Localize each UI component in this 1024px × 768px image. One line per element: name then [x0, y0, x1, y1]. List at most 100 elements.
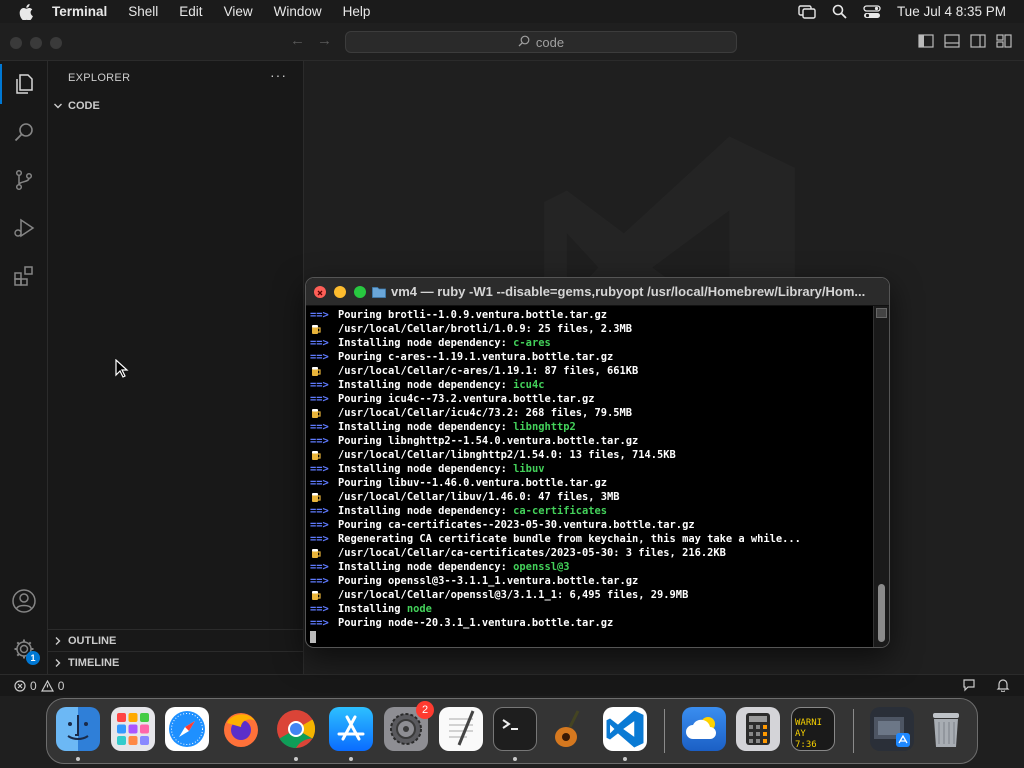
files-icon[interactable] — [0, 64, 48, 104]
problems-indicator[interactable]: 0 0 — [14, 679, 64, 693]
terminal-line: ==> Pouring node--20.3.1_1.ventura.bottle… — [310, 616, 875, 630]
notifications-bell-icon[interactable] — [996, 678, 1010, 695]
beer-mug-icon — [310, 490, 338, 504]
chrome-icon[interactable] — [274, 707, 318, 751]
beer-mug-icon — [310, 406, 338, 420]
window-minimize-button[interactable] — [30, 37, 42, 49]
terminal-line: /usr/local/Cellar/libuv/1.46.0: 47 files… — [310, 490, 875, 504]
terminal-line-text: /usr/local/Cellar/libnghttp2/1.54.0: 13 … — [338, 449, 676, 461]
feedback-icon[interactable] — [962, 678, 976, 695]
textedit-icon[interactable] — [439, 707, 483, 751]
arrow-prefix: ==> — [310, 379, 329, 391]
terminal-package-name: c-ares — [513, 337, 551, 349]
customize-layout-icon[interactable] — [996, 34, 1012, 53]
terminal-line-text: /usr/local/Cellar/c-ares/1.19.1: 87 file… — [338, 365, 639, 377]
window-zoom-button[interactable] — [50, 37, 62, 49]
garageband-icon[interactable] — [548, 707, 592, 751]
window-close-button[interactable] — [10, 37, 22, 49]
terminal-line-text: Installing — [338, 603, 407, 615]
explorer-sidebar: EXPLORER ··· CODE OUTLINE TIMELINE — [48, 61, 304, 674]
terminal-line-text: /usr/local/Cellar/libuv/1.46.0: 47 files… — [338, 491, 620, 503]
terminal-minimize-button[interactable] — [334, 286, 346, 298]
menu-app-name[interactable]: Terminal — [52, 4, 107, 19]
toggle-panel-icon[interactable] — [944, 34, 960, 53]
menu-help[interactable]: Help — [343, 4, 371, 19]
system-settings-icon[interactable]: 2 — [384, 701, 434, 751]
downloads-stack-icon[interactable] — [870, 707, 914, 751]
terminal-line: ==> Pouring c-ares--1.19.1.ventura.bottle… — [310, 350, 875, 364]
safari-icon[interactable] — [165, 707, 209, 751]
more-actions-icon[interactable]: ··· — [270, 67, 287, 83]
console-line-2: AY 7:36 — [795, 729, 817, 750]
terminal-line-text: Installing node dependency: — [338, 505, 514, 517]
launchpad-icon[interactable] — [111, 707, 155, 751]
spotlight-search-icon[interactable] — [832, 4, 847, 19]
menu-shell[interactable]: Shell — [128, 4, 158, 19]
trash-icon[interactable] — [924, 707, 968, 751]
settings-notification-badge: 2 — [416, 701, 434, 719]
settings-gear-icon[interactable] — [0, 629, 48, 669]
terminal-line-text: Pouring libnghttp2--1.54.0.ventura.bottl… — [338, 435, 639, 447]
terminal-titlebar[interactable]: vm4 — ruby -W1 --disable=gems,rubyopt /u… — [306, 278, 889, 306]
menu-window[interactable]: Window — [274, 4, 322, 19]
terminal-line-text: Pouring libuv--1.46.0.ventura.bottle.tar… — [338, 477, 607, 489]
arrow-prefix: ==> — [310, 575, 329, 587]
terminal-scrollbar[interactable] — [873, 306, 889, 647]
terminal-app-icon[interactable] — [493, 707, 537, 751]
firefox-icon[interactable] — [219, 707, 263, 751]
terminal-package-name: openssl@3 — [513, 561, 570, 573]
vscode-app-icon[interactable] — [603, 707, 647, 751]
terminal-output[interactable]: ==> Pouring brotli--1.0.9.ventura.bottle.… — [310, 308, 875, 646]
terminal-line-text: Pouring node--20.3.1_1.ventura.bottle.ta… — [338, 617, 614, 629]
outline-section[interactable]: OUTLINE — [48, 629, 304, 651]
folder-section-code[interactable]: CODE — [48, 95, 304, 117]
terminal-close-button[interactable] — [314, 286, 326, 298]
chevron-down-icon — [48, 101, 68, 111]
warning-icon — [40, 679, 54, 692]
arrow-prefix: ==> — [310, 393, 329, 405]
terminal-line: ==> Pouring openssl@3--3.1.1_1.ventura.bo… — [310, 574, 875, 588]
console-app-icon[interactable]: WARNI AY 7:36 — [791, 707, 835, 751]
toggle-primary-sidebar-icon[interactable] — [918, 34, 934, 53]
terminal-line: /usr/local/Cellar/ca-certificates/2023-0… — [310, 546, 875, 560]
nav-back-icon[interactable]: ← — [290, 32, 305, 49]
scrollbar-thumb[interactable] — [878, 584, 885, 642]
app-store-icon[interactable] — [329, 707, 373, 751]
menu-view[interactable]: View — [224, 4, 253, 19]
calculator-icon[interactable] — [736, 707, 780, 751]
chevron-right-icon — [48, 658, 68, 668]
mouse-pointer-icon — [115, 359, 129, 378]
finder-running-dot — [76, 757, 80, 761]
accounts-icon[interactable] — [0, 581, 48, 621]
source-control-icon[interactable] — [0, 160, 48, 200]
terminal-window[interactable]: vm4 — ruby -W1 --disable=gems,rubyopt /u… — [305, 277, 890, 648]
terminal-running-dot — [513, 757, 517, 761]
finder-icon[interactable] — [56, 707, 100, 751]
command-center-search[interactable]: code — [345, 31, 737, 53]
search-icon[interactable] — [0, 112, 48, 152]
toggle-secondary-sidebar-icon[interactable] — [970, 34, 986, 53]
beer-mug-icon — [310, 364, 338, 378]
timeline-section[interactable]: TIMELINE — [48, 651, 304, 673]
console-line-1: WARNI — [795, 718, 823, 728]
terminal-line: ==> Installing node dependency: icu4c — [310, 378, 875, 392]
extensions-icon[interactable] — [0, 256, 48, 296]
apple-menu-icon[interactable] — [17, 3, 35, 21]
terminal-line-text: Pouring icu4c--73.2.ventura.bottle.tar.g… — [338, 393, 595, 405]
clock-datetime[interactable]: Tue Jul 4 8:35 PM — [897, 4, 1006, 19]
weather-icon[interactable] — [682, 707, 726, 751]
control-center-icon[interactable] — [863, 4, 881, 19]
terminal-line-text: /usr/local/Cellar/brotli/1.0.9: 25 files… — [338, 323, 633, 335]
error-count: 0 — [30, 678, 37, 693]
scroll-top-icon[interactable] — [876, 308, 887, 318]
terminal-zoom-button[interactable] — [354, 286, 366, 298]
error-icon — [14, 679, 26, 692]
screen-mirroring-icon[interactable] — [798, 4, 816, 19]
menu-edit[interactable]: Edit — [179, 4, 202, 19]
terminal-line-text: Installing node dependency: — [338, 379, 514, 391]
terminal-line: /usr/local/Cellar/openssl@3/3.1.1_1: 6,4… — [310, 588, 875, 602]
nav-forward-icon[interactable]: → — [317, 32, 332, 49]
run-debug-icon[interactable] — [0, 208, 48, 248]
terminal-line: ==> Pouring brotli--1.0.9.ventura.bottle.… — [310, 308, 875, 322]
terminal-line: ==> Installing node dependency: openssl@3 — [310, 560, 875, 574]
